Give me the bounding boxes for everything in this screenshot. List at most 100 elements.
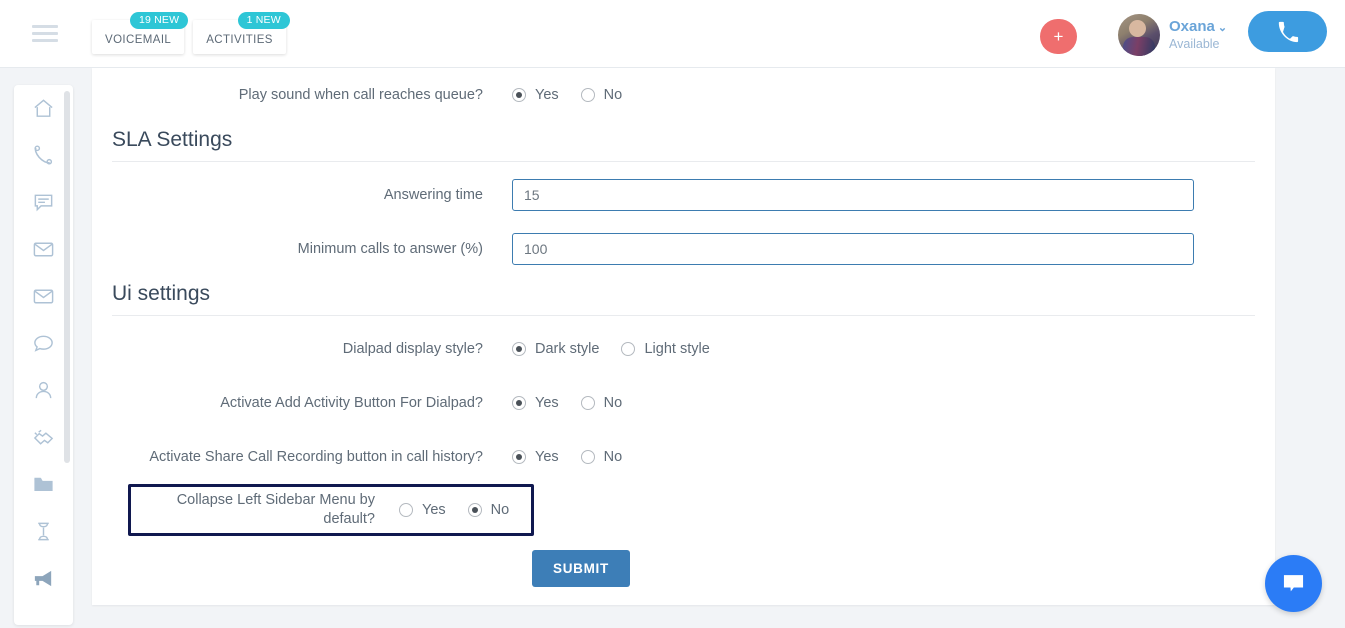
radio-dot[interactable]: [512, 342, 526, 356]
phone-handset-icon: [34, 145, 53, 165]
sidebar-scrollbar[interactable]: [64, 91, 70, 463]
row-minimum-calls-label: Minimum calls to answer (%): [297, 240, 483, 257]
collapse-sidebar-no-label: No: [490, 501, 510, 518]
add-activity-yes-label: Yes: [535, 395, 559, 411]
plus-icon: +: [1053, 27, 1064, 46]
sidebar-item-pending[interactable]: [14, 508, 73, 555]
radio-dot[interactable]: [580, 450, 595, 464]
minimum-calls-input[interactable]: [512, 233, 1194, 265]
add-activity-radio-group: Yes No: [512, 395, 644, 411]
row-share-call-recording: Activate Share Call Recording button in …: [112, 430, 1255, 484]
row-minimum-calls: Minimum calls to answer (%): [112, 222, 1255, 276]
avatar: [1118, 14, 1160, 56]
submit-row: SUBMIT: [112, 536, 1255, 587]
add-button[interactable]: +: [1040, 19, 1077, 54]
answering-time-input[interactable]: [512, 179, 1194, 211]
row-share-call-recording-label: Activate Share Call Recording button in …: [149, 448, 483, 465]
hamburger-bar: [32, 32, 58, 35]
collapse-sidebar-option-no[interactable]: No: [467, 501, 510, 518]
tab-activities[interactable]: 1 NEW ACTIVITIES: [193, 12, 290, 54]
dialpad-dark-label: Dark style: [535, 341, 600, 357]
share-recording-option-no[interactable]: No: [580, 449, 623, 465]
row-answering-time-field: [512, 179, 1255, 211]
collapse-sidebar-yes-label: Yes: [422, 501, 446, 518]
chevron-down-icon[interactable]: ⌄: [1218, 22, 1227, 35]
section-heading-ui: Ui settings: [112, 276, 1255, 316]
row-dialpad-style: Dialpad display style? Dark style Light …: [112, 322, 1255, 376]
row-play-sound: Play sound when call reaches queue? Yes …: [112, 68, 1255, 122]
megaphone-icon: [34, 570, 52, 587]
phone-icon: [1278, 21, 1298, 42]
row-collapse-sidebar-label: Collapse Left Sidebar Menu by default?: [176, 492, 375, 527]
share-recording-radio-group: Yes No: [512, 449, 644, 465]
radio-dot[interactable]: [580, 88, 595, 102]
section-heading-sla: SLA Settings: [112, 122, 1255, 162]
submit-button[interactable]: SUBMIT: [532, 549, 630, 587]
user-name: Oxana: [1169, 18, 1215, 36]
sidebar-item-files[interactable]: [14, 461, 73, 508]
play-sound-yes-label: Yes: [535, 87, 559, 103]
hamburger-menu-icon[interactable]: [32, 25, 58, 43]
chat-bubble-icon: [1283, 575, 1304, 592]
row-add-activity-button-field: Yes No: [512, 395, 1255, 411]
dialpad-light-label: Light style: [644, 341, 710, 357]
envelope-open-icon: [33, 289, 54, 304]
row-add-activity-button-label: Activate Add Activity Button For Dialpad…: [220, 394, 483, 411]
tab-voicemail-label: VOICEMAIL: [105, 34, 172, 46]
tab-voicemail[interactable]: 19 NEW VOICEMAIL: [92, 12, 189, 54]
left-sidebar: [14, 85, 73, 625]
radio-dot[interactable]: [399, 502, 413, 517]
share-recording-no-label: No: [603, 449, 623, 465]
dialpad-style-option-light[interactable]: Light style: [621, 341, 710, 357]
top-header: 19 NEW VOICEMAIL 1 NEW ACTIVITIES + Oxan…: [0, 0, 1345, 68]
radio-dot[interactable]: [512, 450, 526, 464]
row-answering-time-label: Answering time: [383, 186, 483, 203]
play-sound-radio-group: Yes No: [512, 87, 644, 103]
user-icon: [35, 381, 52, 399]
user-menu[interactable]: Oxana ⌄ Available: [1118, 14, 1227, 56]
header-tabs: 19 NEW VOICEMAIL 1 NEW ACTIVITIES: [92, 12, 290, 54]
tab-activities-label: ACTIVITIES: [206, 34, 273, 46]
handshake-icon: [33, 429, 54, 445]
play-sound-option-yes[interactable]: Yes: [512, 87, 559, 103]
voicemail-badge: 19 NEW: [129, 12, 189, 29]
add-activity-no-label: No: [603, 395, 623, 411]
radio-dot[interactable]: [467, 502, 482, 517]
settings-card: Play sound when call reaches queue? Yes …: [92, 68, 1275, 605]
row-play-sound-label: Play sound when call reaches queue?: [238, 86, 483, 103]
play-sound-option-no[interactable]: No: [580, 87, 623, 103]
radio-dot[interactable]: [512, 88, 526, 102]
dialpad-style-radio-group: Dark style Light style: [512, 341, 732, 357]
add-activity-option-yes[interactable]: Yes: [512, 395, 559, 411]
dialpad-style-option-dark[interactable]: Dark style: [512, 341, 599, 357]
comment-lines-icon: [34, 194, 53, 212]
share-recording-option-yes[interactable]: Yes: [512, 449, 559, 465]
row-answering-time: Answering time: [112, 168, 1255, 222]
hamburger-bar: [32, 25, 58, 28]
call-button[interactable]: [1248, 11, 1327, 52]
chat-widget-button[interactable]: [1265, 555, 1322, 612]
row-dialpad-style-field: Dark style Light style: [512, 341, 1255, 357]
row-dialpad-style-label: Dialpad display style?: [342, 340, 483, 357]
user-status: Available: [1169, 36, 1220, 51]
hamburger-bar: [32, 39, 58, 42]
row-add-activity-button: Activate Add Activity Button For Dialpad…: [112, 376, 1255, 430]
play-sound-no-label: No: [603, 87, 623, 103]
collapse-sidebar-radio-group: Yes No: [399, 502, 531, 518]
row-minimum-calls-field: [512, 233, 1255, 265]
radio-dot[interactable]: [580, 396, 595, 410]
radio-dot[interactable]: [512, 396, 526, 410]
row-collapse-sidebar-highlighted: Collapse Left Sidebar Menu by default? Y…: [128, 484, 535, 536]
settings-form: Play sound when call reaches queue? Yes …: [92, 68, 1275, 587]
user-name-row: Oxana ⌄: [1169, 18, 1227, 35]
folder-icon: [34, 477, 53, 492]
add-activity-option-no[interactable]: No: [580, 395, 623, 411]
sidebar-item-campaigns[interactable]: [14, 555, 73, 602]
collapse-sidebar-option-yes[interactable]: Yes: [399, 502, 446, 518]
radio-dot[interactable]: [621, 342, 636, 356]
speech-bubble-icon: [34, 335, 53, 352]
row-play-sound-field: Yes No: [512, 87, 1255, 103]
user-info: Oxana ⌄ Available: [1169, 18, 1227, 52]
row-share-call-recording-field: Yes No: [512, 449, 1255, 465]
share-recording-yes-label: Yes: [535, 449, 559, 465]
